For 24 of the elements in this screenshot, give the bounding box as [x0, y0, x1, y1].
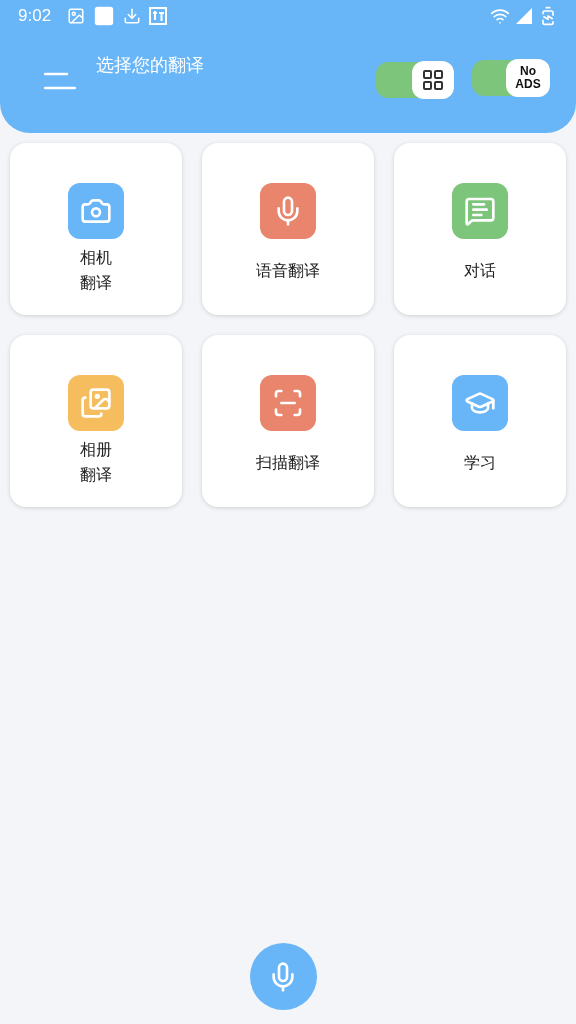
feature-label: 扫描翻译: [256, 452, 320, 473]
feature-label: 语音翻译: [256, 260, 320, 281]
feature-card[interactable]: 扫描翻译: [202, 335, 374, 507]
signal-icon: [516, 8, 532, 24]
feature-label: 对话: [464, 260, 496, 281]
wifi-icon: [490, 6, 510, 26]
no-ads-toggle[interactable]: No ADS: [472, 60, 550, 96]
feature-card[interactable]: 相册翻译: [10, 335, 182, 507]
feature-label: 相机翻译: [80, 248, 112, 293]
header-title: 选择您的翻译: [96, 54, 204, 77]
feature-card[interactable]: 对话: [394, 143, 566, 315]
square-icon: [93, 5, 116, 27]
apps-toggle[interactable]: [376, 62, 454, 98]
feature-label: 相册翻译: [80, 440, 112, 485]
feature-card[interactable]: 相机翻译: [10, 143, 182, 315]
feature-label: 学习: [464, 452, 496, 473]
image-icon: [67, 7, 86, 25]
menu-icon[interactable]: [44, 72, 76, 90]
text-size-icon: [149, 7, 168, 25]
apps-icon: [421, 68, 445, 92]
status-time: 9:02: [18, 5, 52, 28]
feature-card[interactable]: 学习: [394, 335, 566, 507]
download-icon: [123, 7, 142, 25]
feature-card[interactable]: 语音翻译: [202, 143, 374, 315]
